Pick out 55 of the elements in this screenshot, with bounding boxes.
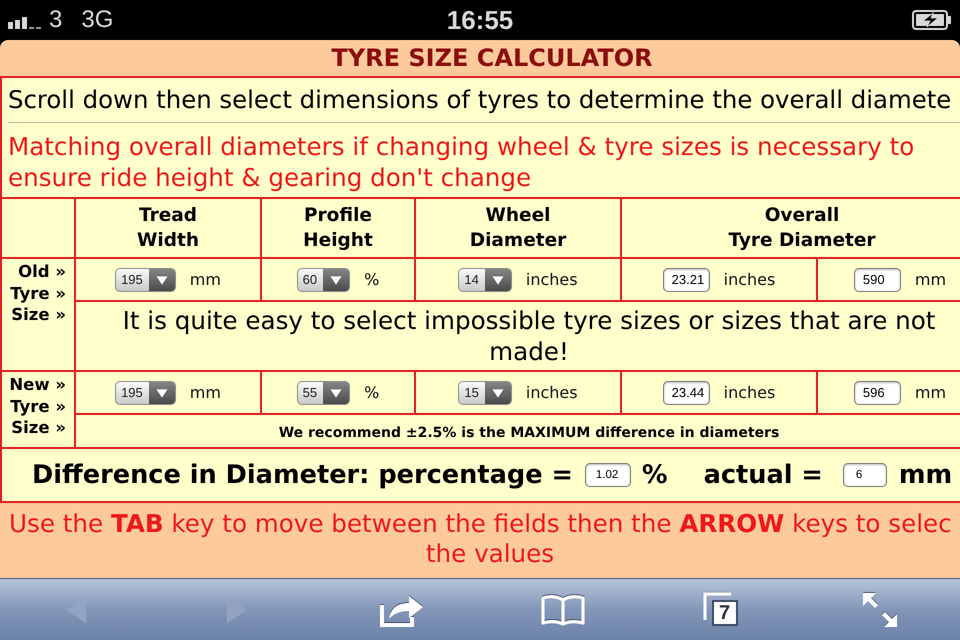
unit-label: inches (526, 270, 578, 289)
tabs-button[interactable]: 7 (702, 592, 740, 628)
size-dropdown[interactable]: 195 (115, 380, 176, 404)
row-label: New » Tyre » Size » (8, 374, 67, 438)
caret-icon (484, 268, 511, 290)
diameter-field[interactable]: 590 (854, 268, 901, 292)
percent-unit: % (642, 460, 668, 490)
instructions-text: Use the TAB key to move between the fields then the ARROW keys to selec the values (8, 509, 953, 569)
warning-note: It is quite easy to select impossible tyre sizes or sizes that are not made! (122, 305, 936, 367)
warning-text: Matching overall diameters if changing wheel & tyre sizes is necessary to ensure ride height & gearing don't change (7, 131, 916, 194)
recommendation-note: We recommend ±2.5% is the MAXIMUM difference in diameters (278, 424, 780, 440)
unit-label: mm (914, 383, 946, 402)
unit-label: mm (190, 383, 221, 402)
column-header: Tread Width (136, 204, 199, 253)
percentage-field[interactable]: 1.02 (584, 463, 631, 487)
column-header: Profile Height (303, 204, 373, 253)
actual-unit: mm (898, 460, 952, 490)
size-dropdown[interactable]: 55 (296, 380, 350, 404)
size-dropdown[interactable]: 15 (458, 380, 512, 404)
fullscreen-button[interactable] (862, 592, 898, 628)
intro-text: Scroll down then select dimensions of tyres to determine the overall diamete (8, 85, 952, 115)
caret-icon (148, 382, 175, 404)
column-header: Overall Tyre Diameter (728, 204, 876, 253)
unit-label: inches (724, 270, 776, 289)
diameter-field[interactable]: 23.44 (662, 380, 710, 404)
expand-icon (862, 592, 898, 628)
signal-icon (8, 16, 44, 28)
stacked-page-icon (702, 592, 732, 622)
diameter-field[interactable]: 596 (854, 380, 901, 404)
clock-time: 16:55 (446, 4, 514, 36)
book-icon (540, 594, 584, 626)
difference-label: Difference in Diameter: percentage = (32, 460, 573, 490)
size-dropdown[interactable]: 14 (458, 268, 512, 292)
page-title: TYRE SIZE CALCULATOR (331, 43, 653, 73)
unit-label: mm (914, 270, 946, 289)
size-dropdown[interactable]: 60 (296, 268, 350, 292)
actual-field[interactable]: 6 (842, 463, 887, 487)
bookmarks-button[interactable] (540, 594, 584, 626)
diameter-field[interactable]: 23.21 (662, 268, 710, 292)
caret-icon (323, 268, 350, 290)
unit-label: % (364, 383, 380, 402)
caret-icon (323, 382, 350, 404)
unit-label: mm (190, 270, 221, 289)
row-label: Old » Tyre » Size » (9, 261, 67, 326)
unit-label: % (364, 270, 380, 289)
size-dropdown[interactable]: 195 (115, 268, 176, 292)
carrier-name: 3 (49, 6, 62, 34)
tab-count-badge: 7 (712, 600, 738, 626)
column-header: Wheel Diameter (470, 204, 566, 253)
caret-icon (148, 268, 175, 290)
unit-label: inches (526, 383, 578, 402)
actual-label: actual = (704, 460, 823, 490)
caret-icon (484, 382, 511, 404)
unit-label: inches (724, 383, 776, 402)
network-type: 3G (81, 6, 114, 34)
